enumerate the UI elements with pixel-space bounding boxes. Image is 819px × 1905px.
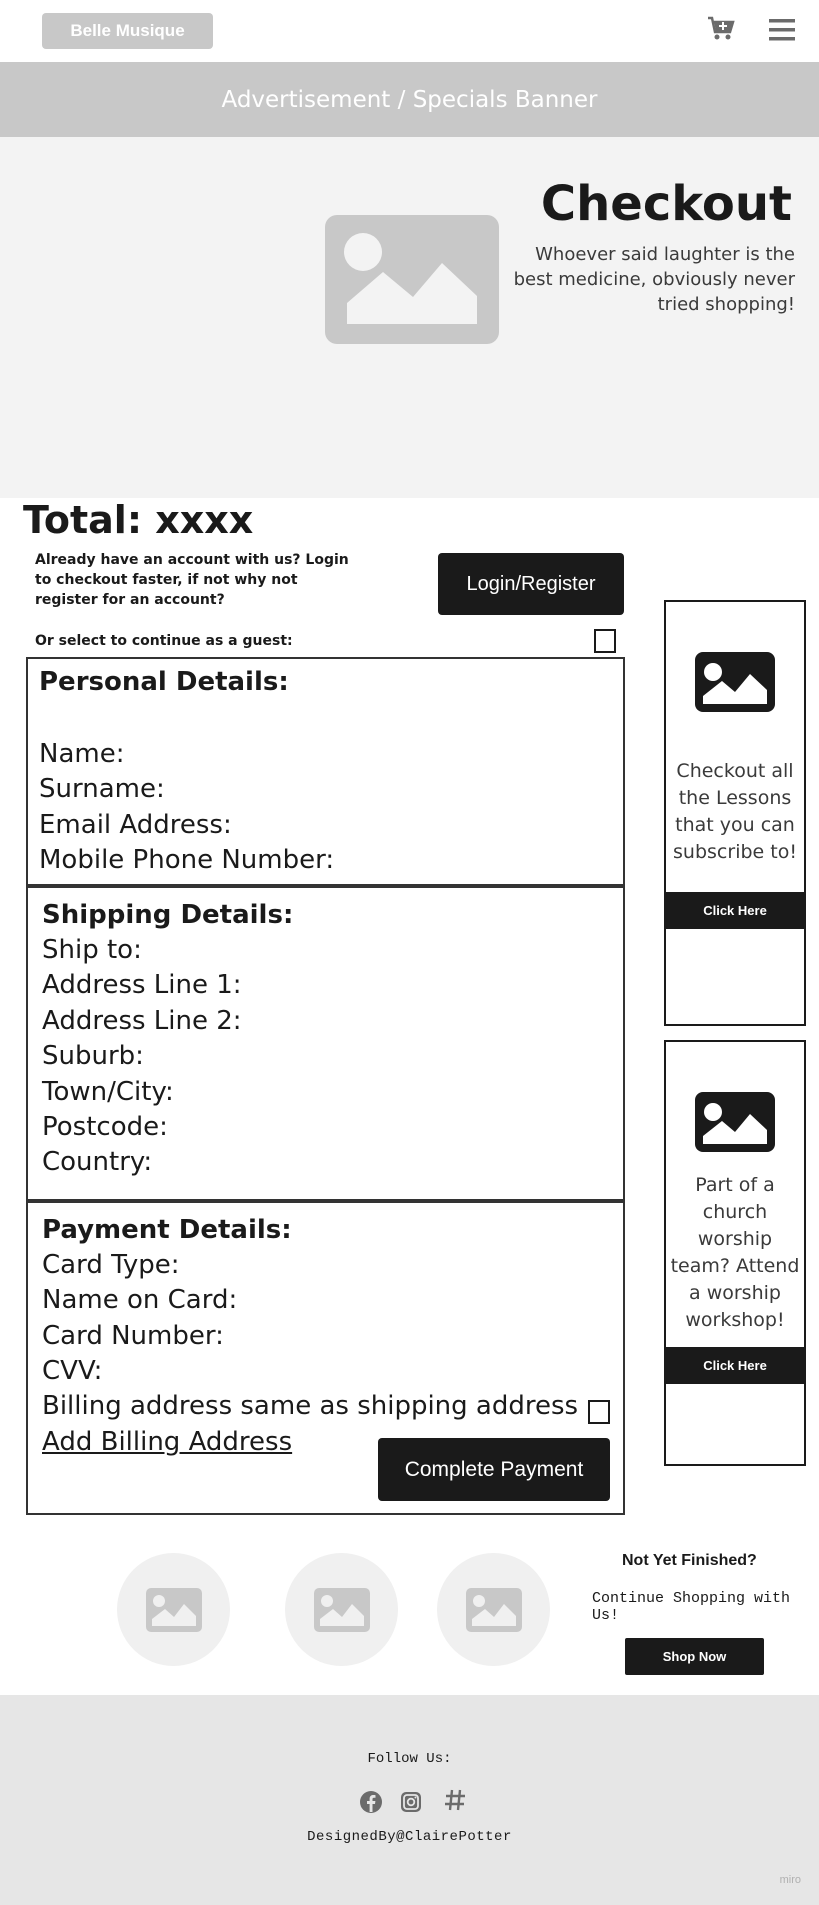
page-subtitle: Whoever said laughter is the best medici… (513, 244, 795, 315)
shipping-details-panel: Shipping Details: Ship to: Address Line … (26, 886, 625, 1201)
logo-button[interactable]: Belle Musique (42, 13, 213, 49)
card-number-field[interactable]: Card Number: (42, 1321, 224, 1351)
personal-details-panel: Personal Details: Name: Surname: Email A… (26, 657, 625, 886)
advertisement-banner[interactable]: Advertisement / Specials Banner (0, 62, 819, 137)
not-finished-title: Not Yet Finished? (622, 1552, 757, 1569)
order-total: Total: xxxx (23, 498, 254, 542)
designed-by-credit: DesignedBy@ClairePotter (307, 1829, 512, 1845)
facebook-icon[interactable] (359, 1790, 383, 1814)
address-line-1-field[interactable]: Address Line 1: (42, 970, 242, 1000)
instagram-icon[interactable] (399, 1790, 423, 1814)
address-line-2-field[interactable]: Address Line 2: (42, 1006, 242, 1036)
name-on-card-field[interactable]: Name on Card: (42, 1285, 237, 1315)
guest-checkout-label: Or select to continue as a guest: (35, 633, 293, 649)
image-icon (695, 1092, 775, 1152)
image-placeholder-icon (313, 1587, 370, 1632)
page-title: Checkout (540, 176, 792, 232)
login-register-button[interactable]: Login/Register (438, 553, 624, 615)
shipping-details-title: Shipping Details: (42, 900, 294, 930)
side-ad-text: Checkout all the Lessons that you can su… (673, 760, 797, 863)
town-city-field[interactable]: Town/City: (42, 1077, 174, 1107)
product-thumbnail[interactable] (285, 1553, 398, 1666)
image-placeholder-icon (465, 1587, 522, 1632)
side-ad-click-here-button[interactable]: Click Here (664, 1347, 806, 1384)
name-field[interactable]: Name: (39, 739, 124, 769)
email-field[interactable]: Email Address: (39, 810, 232, 840)
miro-watermark: miro (779, 1874, 801, 1886)
card-type-field[interactable]: Card Type: (42, 1250, 180, 1280)
product-thumbnail[interactable] (437, 1553, 550, 1666)
mobile-phone-field[interactable]: Mobile Phone Number: (39, 845, 334, 875)
follow-us-label: Follow Us: (367, 1751, 452, 1767)
hamburger-menu-icon[interactable] (767, 16, 797, 44)
cart-plus-icon[interactable] (706, 14, 736, 44)
continue-shopping-text: Continue Shopping with Us! (592, 1590, 791, 1624)
guest-checkout-checkbox[interactable] (594, 629, 616, 653)
country-field[interactable]: Country: (42, 1147, 152, 1177)
side-ad-text: Part of a church worship team? Attend a … (670, 1174, 800, 1331)
postcode-field[interactable]: Postcode: (42, 1112, 168, 1142)
product-thumbnail[interactable] (117, 1553, 230, 1666)
ship-to-field[interactable]: Ship to: (42, 935, 142, 965)
surname-field[interactable]: Surname: (39, 774, 165, 804)
side-ad-lessons: Checkout all the Lessons that you can su… (664, 600, 806, 1026)
complete-payment-button[interactable]: Complete Payment (378, 1438, 610, 1501)
hashtag-icon[interactable] (443, 1788, 467, 1812)
suburb-field[interactable]: Suburb: (42, 1041, 144, 1071)
add-billing-address-link[interactable]: Add Billing Address (42, 1427, 292, 1457)
side-ad-workshop: Part of a church worship team? Attend a … (664, 1040, 806, 1466)
billing-same-checkbox[interactable] (588, 1400, 610, 1424)
billing-same-label: Billing address same as shipping address (42, 1391, 579, 1421)
image-placeholder-icon (325, 215, 499, 344)
side-ad-click-here-button[interactable]: Click Here (664, 892, 806, 929)
login-prompt-text: Already have an account with us? Login t… (35, 552, 349, 608)
shop-now-button[interactable]: Shop Now (625, 1638, 764, 1675)
cvv-field[interactable]: CVV: (42, 1356, 102, 1386)
payment-details-title: Payment Details: (42, 1215, 292, 1245)
personal-details-title: Personal Details: (39, 667, 289, 697)
image-icon (695, 652, 775, 712)
image-placeholder-icon (145, 1587, 202, 1632)
